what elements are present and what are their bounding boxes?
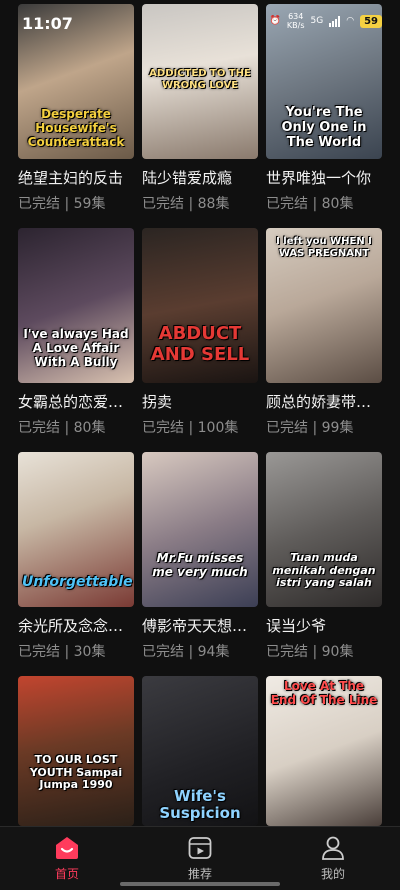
poster-title-art: You're The Only One in The World bbox=[281, 105, 367, 150]
tab-profile[interactable]: 我的 bbox=[293, 835, 373, 882]
drama-card[interactable]: Mr.Fu misses me very much 傅影帝天天想… 已完结 | … bbox=[142, 452, 258, 661]
drama-title: 拐卖 bbox=[142, 393, 173, 411]
drama-poster[interactable]: Mr.Fu misses me very much bbox=[142, 452, 258, 607]
drama-card[interactable]: Unforgettable 余光所及念念… 已完结 | 30集 bbox=[18, 452, 134, 661]
poster-title-art: I left you WHEN I WAS PREGNANT bbox=[276, 236, 372, 259]
drama-title: 傅影帝天天想… bbox=[142, 617, 248, 635]
drama-title: 余光所及念念… bbox=[18, 617, 124, 635]
poster-title-art: Love At The End Of The Line bbox=[270, 679, 378, 707]
home-icon bbox=[27, 835, 107, 861]
drama-card[interactable]: I've always Had A Love Affair With A Bul… bbox=[18, 228, 134, 437]
drama-card[interactable]: Desperate Housewife's Counterattack 绝望主妇… bbox=[18, 4, 134, 213]
drama-title: 顾总的娇妻带… bbox=[266, 393, 372, 411]
drama-card[interactable]: You're The Only One in The World 世界唯独一个你… bbox=[266, 4, 382, 213]
drama-poster[interactable]: Unforgettable bbox=[18, 452, 134, 607]
poster-title-art: Desperate Housewife's Counterattack bbox=[27, 107, 125, 149]
poster-title-art: Tuan muda menikah dengan istri yang sala… bbox=[272, 551, 376, 590]
poster-title-art: Mr.Fu misses me very much bbox=[152, 551, 248, 579]
tab-recommend[interactable]: 推荐 bbox=[160, 835, 240, 882]
drama-meta: 已完结 | 88集 bbox=[142, 196, 230, 212]
drama-card[interactable]: TO OUR LOST YOUTH Sampai Jumpa 1990 bbox=[18, 676, 134, 826]
drama-title: 绝望主妇的反击 bbox=[18, 169, 124, 187]
gesture-bar bbox=[120, 882, 280, 886]
drama-title: 误当少爷 bbox=[266, 617, 327, 635]
drama-poster[interactable]: Tuan muda menikah dengan istri yang sala… bbox=[266, 452, 382, 607]
drama-poster[interactable]: Desperate Housewife's Counterattack bbox=[18, 4, 134, 159]
drama-poster[interactable]: ABDUCT AND SELL bbox=[142, 228, 258, 383]
drama-meta: 已完结 | 80集 bbox=[18, 420, 106, 436]
drama-title: 陆少错爱成瘾 bbox=[142, 169, 233, 187]
drama-poster[interactable]: Love At The End Of The Line bbox=[266, 676, 382, 826]
profile-icon bbox=[293, 835, 373, 861]
drama-meta: 已完结 | 80集 bbox=[266, 196, 354, 212]
drama-meta: 已完结 | 100集 bbox=[142, 420, 239, 436]
drama-card[interactable]: Tuan muda menikah dengan istri yang sala… bbox=[266, 452, 382, 661]
drama-poster[interactable]: You're The Only One in The World bbox=[266, 4, 382, 159]
drama-card[interactable]: Love At The End Of The Line bbox=[266, 676, 382, 826]
drama-poster[interactable]: TO OUR LOST YOUTH Sampai Jumpa 1990 bbox=[18, 676, 134, 826]
drama-card[interactable]: I left you WHEN I WAS PREGNANT 顾总的娇妻带… 已… bbox=[266, 228, 382, 437]
drama-card[interactable]: ADDICTED TO THE WRONG LOVE 陆少错爱成瘾 已完结 | … bbox=[142, 4, 258, 213]
drama-meta: 已完结 | 90集 bbox=[266, 644, 354, 660]
poster-title-art: Wife's Suspicion bbox=[159, 787, 241, 823]
tab-label: 首页 bbox=[54, 867, 79, 881]
poster-title-art: ADDICTED TO THE WRONG LOVE bbox=[149, 68, 251, 91]
drama-title: 世界唯独一个你 bbox=[266, 169, 372, 187]
drama-card[interactable]: Wife's Suspicion bbox=[142, 676, 258, 826]
tab-home[interactable]: 首页 bbox=[27, 835, 107, 882]
drama-poster[interactable]: Wife's Suspicion bbox=[142, 676, 258, 826]
drama-meta: 已完结 | 99集 bbox=[266, 420, 354, 436]
drama-poster[interactable]: I've always Had A Love Affair With A Bul… bbox=[18, 228, 134, 383]
bottom-nav: 首页 推荐 我的 bbox=[0, 826, 400, 890]
recommend-icon bbox=[160, 835, 240, 861]
drama-poster[interactable]: ADDICTED TO THE WRONG LOVE bbox=[142, 4, 258, 159]
drama-card[interactable]: ABDUCT AND SELL 拐卖 已完结 | 100集 bbox=[142, 228, 258, 437]
drama-meta: 已完结 | 30集 bbox=[18, 644, 106, 660]
drama-poster[interactable]: I left you WHEN I WAS PREGNANT bbox=[266, 228, 382, 383]
drama-meta: 已完结 | 94集 bbox=[142, 644, 230, 660]
poster-title-art: I've always Had A Love Affair With A Bul… bbox=[23, 327, 129, 369]
tab-label: 我的 bbox=[320, 867, 345, 881]
poster-title-art: Unforgettable bbox=[22, 574, 133, 590]
poster-title-art: TO OUR LOST YOUTH Sampai Jumpa 1990 bbox=[29, 753, 123, 792]
poster-title-art: ABDUCT AND SELL bbox=[150, 323, 250, 365]
drama-meta: 已完结 | 59集 bbox=[18, 196, 106, 212]
tab-label: 推荐 bbox=[187, 867, 212, 881]
drama-title: 女霸总的恋爱… bbox=[18, 393, 124, 411]
